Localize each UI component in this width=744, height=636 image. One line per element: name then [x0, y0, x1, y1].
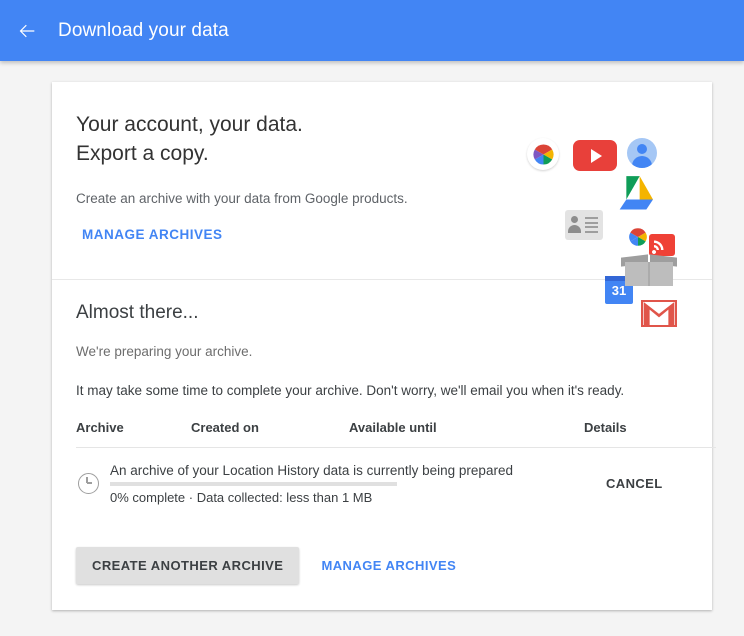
- row-action-wrap: CANCEL: [590, 475, 716, 493]
- account-avatar-icon: [627, 138, 657, 168]
- avatar-head-glyph: [637, 144, 647, 154]
- footer-manage-archives-link[interactable]: MANAGE ARCHIVES: [321, 558, 456, 573]
- section-note: It may take some time to complete your a…: [76, 383, 625, 398]
- column-header-available-until: Available until: [349, 420, 437, 435]
- youtube-icon: [573, 140, 617, 171]
- clock-icon: [78, 473, 99, 494]
- section-subtitle: We're preparing your archive.: [76, 344, 253, 359]
- gmail-envelope-glyph: [643, 302, 675, 325]
- drive-triangle-glyph: [619, 176, 653, 210]
- row-content: An archive of your Location History data…: [110, 462, 590, 505]
- column-header-details: Details: [584, 420, 627, 435]
- create-another-archive-button[interactable]: CREATE ANOTHER ARCHIVE: [76, 547, 300, 584]
- contacts-lines-glyph: [585, 217, 598, 235]
- table-header-row: Archive Created on Available until Detai…: [76, 420, 716, 448]
- archive-name: An archive of your Location History data…: [110, 463, 513, 478]
- column-header-created-on: Created on: [191, 420, 259, 435]
- photos-pinwheel-glyph-small: [629, 228, 647, 246]
- cancel-archive-link[interactable]: CANCEL: [606, 476, 663, 491]
- google-drive-icon: [613, 174, 653, 215]
- download-data-card: Your account, your data. Export a copy. …: [52, 82, 716, 610]
- table-row: An archive of your Location History data…: [76, 448, 716, 517]
- contacts-body-glyph: [568, 225, 581, 233]
- archives-table: Archive Created on Available until Detai…: [76, 420, 716, 517]
- row-status-icon-wrap: [76, 473, 110, 494]
- youtube-play-glyph: [591, 148, 602, 163]
- arrow-left-icon: [19, 24, 35, 37]
- shipping-box-icon: [621, 248, 677, 286]
- products-illustration: 31: [517, 130, 702, 327]
- google-photos-icon: [527, 138, 559, 170]
- photos-pinwheel-glyph: [532, 143, 554, 165]
- column-header-archive: Archive: [76, 420, 124, 435]
- gmail-icon: [641, 300, 677, 327]
- app-bar: Download your data: [0, 0, 744, 61]
- hero-manage-archives-link[interactable]: MANAGE ARCHIVES: [82, 227, 223, 242]
- archive-progress-bar: [110, 482, 397, 486]
- section-title: Almost there...: [76, 302, 199, 323]
- footer-actions: CREATE ANOTHER ARCHIVE MANAGE ARCHIVES: [76, 547, 688, 584]
- back-button[interactable]: [8, 12, 46, 50]
- hero-section: Your account, your data. Export a copy. …: [52, 82, 712, 327]
- archive-status-text: 0% complete · Data collected: less than …: [110, 490, 373, 505]
- contacts-head-glyph: [571, 216, 578, 223]
- avatar-body-glyph: [632, 156, 652, 168]
- progress-section: Almost there... We're preparing your arc…: [52, 280, 716, 610]
- google-contacts-icon: [565, 210, 603, 240]
- box-seam: [648, 262, 650, 286]
- app-bar-title: Download your data: [58, 19, 229, 41]
